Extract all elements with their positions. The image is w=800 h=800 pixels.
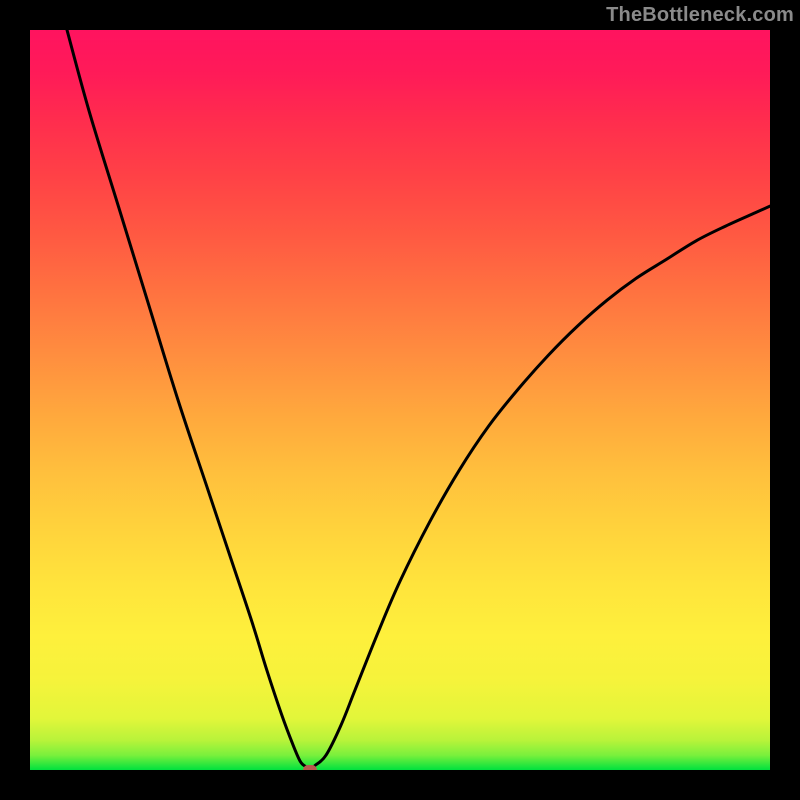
chart-frame: TheBottleneck.com <box>0 0 800 800</box>
plot-area <box>30 30 770 770</box>
minimum-marker <box>303 765 317 770</box>
watermark-text: TheBottleneck.com <box>606 4 794 27</box>
bottleneck-curve <box>30 30 770 770</box>
